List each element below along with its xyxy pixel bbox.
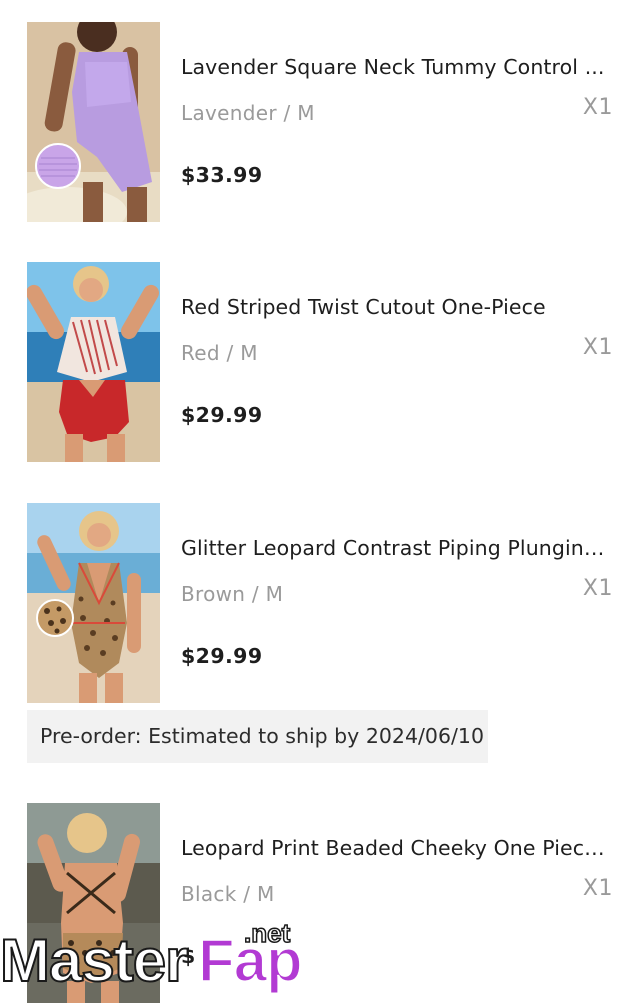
- cart-item[interactable]: Lavender Square Neck Tummy Control ... L…: [0, 22, 641, 222]
- watermark-logo: Master Fap .net: [0, 917, 320, 1000]
- product-image[interactable]: [27, 22, 160, 222]
- product-title[interactable]: Glitter Leopard Contrast Piping Plunging…: [181, 535, 613, 561]
- preorder-notice: Pre-order: Estimated to ship by 2024/06/…: [27, 710, 488, 763]
- product-variant: Lavender / M: [181, 101, 315, 125]
- quantity-label: X1: [582, 876, 613, 901]
- product-title[interactable]: Leopard Print Beaded Cheeky One Piece...: [181, 835, 613, 861]
- product-variant: Red / M: [181, 341, 258, 365]
- product-title[interactable]: Lavender Square Neck Tummy Control ...: [181, 54, 613, 80]
- quantity-label: X1: [582, 335, 613, 360]
- product-variant: Black / M: [181, 882, 275, 906]
- product-price: $33.99: [181, 163, 263, 187]
- quantity-label: X1: [582, 95, 613, 120]
- quantity-label: X1: [582, 576, 613, 601]
- cart-item[interactable]: Glitter Leopard Contrast Piping Plunging…: [0, 503, 641, 703]
- watermark-part-master: Master: [0, 927, 189, 995]
- watermark-part-net: .net: [243, 917, 291, 949]
- product-variant: Brown / M: [181, 582, 284, 606]
- product-title[interactable]: Red Striped Twist Cutout One-Piece: [181, 294, 613, 320]
- product-price: $29.99: [181, 403, 263, 427]
- product-price: $29.99: [181, 644, 263, 668]
- product-image[interactable]: [27, 503, 160, 703]
- product-image[interactable]: [27, 262, 160, 462]
- cart-item[interactable]: Red Striped Twist Cutout One-Piece Red /…: [0, 262, 641, 462]
